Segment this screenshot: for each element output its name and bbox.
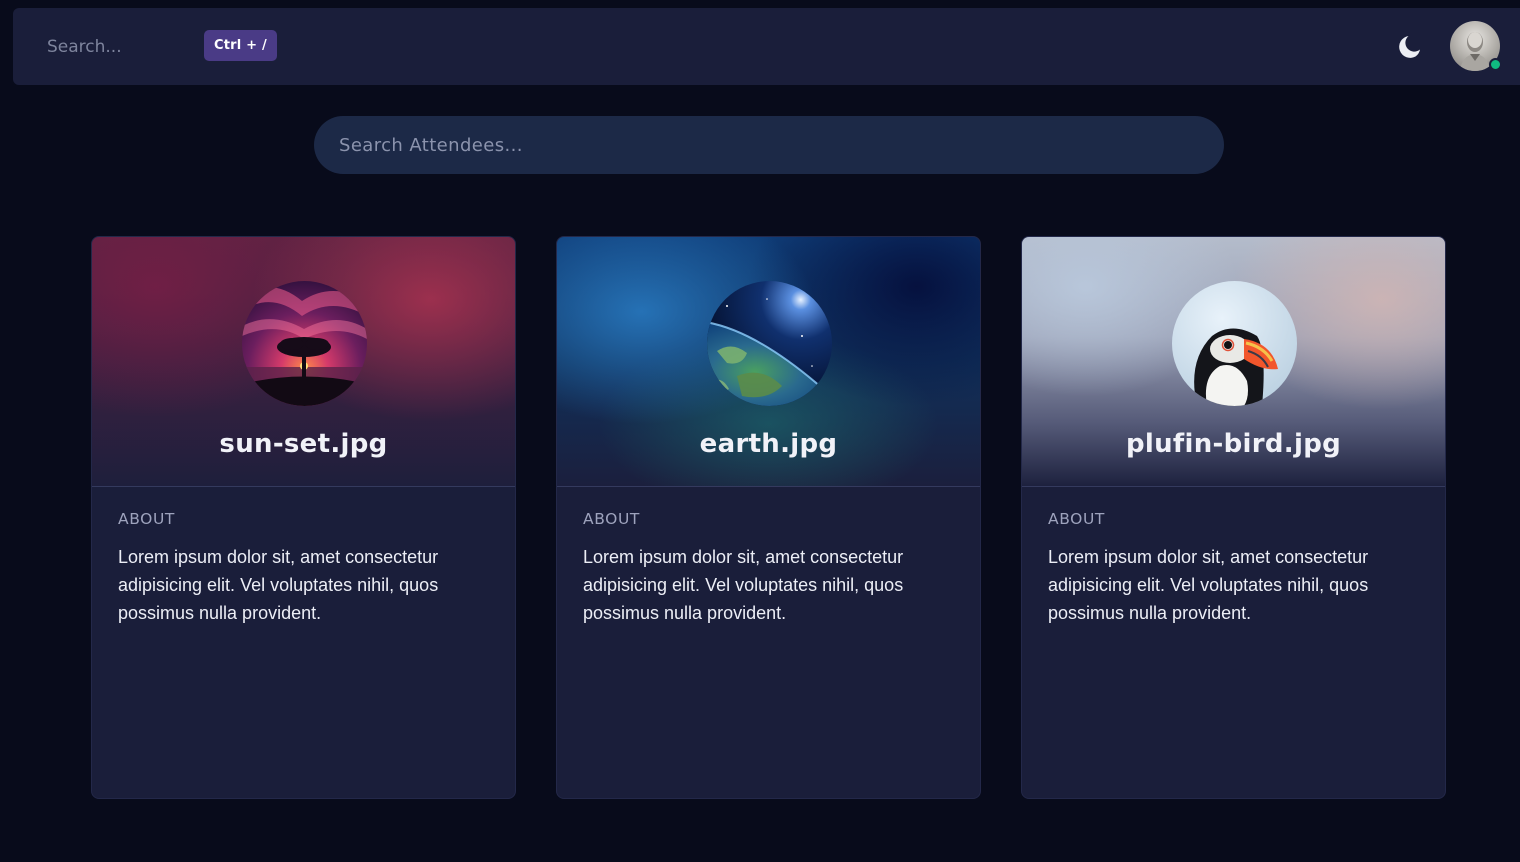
card-thumbnail[interactable] <box>242 281 367 406</box>
card-thumbnail[interactable] <box>707 281 832 406</box>
attendee-search-input[interactable] <box>314 116 1224 174</box>
about-label: ABOUT <box>583 510 640 528</box>
card-title: plufin-bird.jpg <box>1125 429 1342 459</box>
attendee-card: earth.jpg ABOUT Lorem ipsum dolor sit, a… <box>556 236 981 799</box>
card-title: earth.jpg <box>699 429 838 459</box>
moon-icon <box>1399 36 1420 58</box>
search-shortcut-badge: Ctrl + / <box>204 30 277 61</box>
card-header: plufin-bird.jpg <box>1022 237 1445 487</box>
about-text: Lorem ipsum dolor sit, amet consectetur … <box>1048 547 1369 623</box>
card-header: sun-set.jpg <box>92 237 515 487</box>
user-avatar[interactable] <box>1450 21 1502 71</box>
attendee-card: plufin-bird.jpg ABOUT Lorem ipsum dolor … <box>1021 236 1446 799</box>
online-status-dot <box>1489 58 1502 71</box>
top-bar: Ctrl + / <box>13 8 1520 85</box>
card-header: earth.jpg <box>557 237 980 487</box>
card-thumbnail[interactable] <box>1172 281 1297 406</box>
theme-toggle-button[interactable] <box>1394 30 1428 64</box>
about-text: Lorem ipsum dolor sit, amet consectetur … <box>583 547 904 623</box>
about-label: ABOUT <box>118 510 175 528</box>
global-search-input[interactable] <box>47 34 197 60</box>
about-text: Lorem ipsum dolor sit, amet consectetur … <box>118 547 439 623</box>
card-title: sun-set.jpg <box>219 429 388 459</box>
attendee-card: sun-set.jpg ABOUT Lorem ipsum dolor sit,… <box>91 236 516 799</box>
about-label: ABOUT <box>1048 510 1105 528</box>
